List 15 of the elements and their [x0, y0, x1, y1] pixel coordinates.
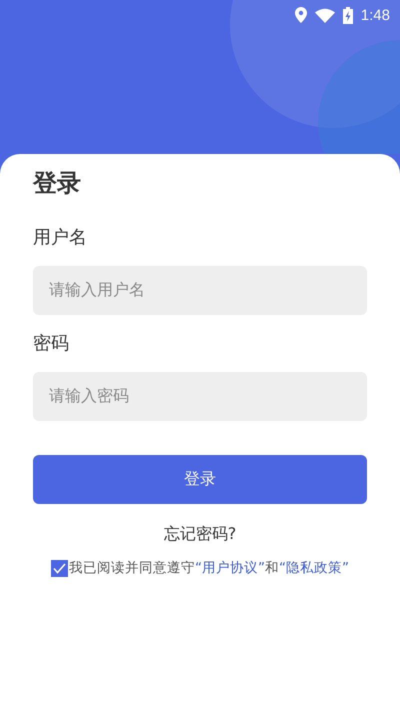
input-field[interactable]: 请输入用户名	[33, 266, 367, 315]
agreement-checkbox[interactable]	[51, 560, 68, 576]
page-title: 登录	[33, 168, 82, 199]
privacy-policy-link[interactable]: “隐私政策”	[279, 560, 349, 576]
input-field[interactable]: 请输入密码	[33, 372, 367, 421]
forgot-password-link[interactable]: 忘记密码?	[164, 522, 236, 546]
field-label: 密码	[33, 332, 70, 356]
wifi-icon	[314, 8, 335, 22]
battery-icon	[342, 6, 353, 24]
status-time: 1:48	[360, 6, 390, 24]
login-button[interactable]: 登录	[33, 455, 367, 504]
user-agreement-link[interactable]: “用户协议”	[195, 560, 265, 576]
field-label: 用户名	[33, 226, 88, 250]
agreement-text: 我已阅读并同意遵守“用户协议”和“隐私政策”	[69, 559, 349, 577]
location-icon	[294, 7, 307, 23]
